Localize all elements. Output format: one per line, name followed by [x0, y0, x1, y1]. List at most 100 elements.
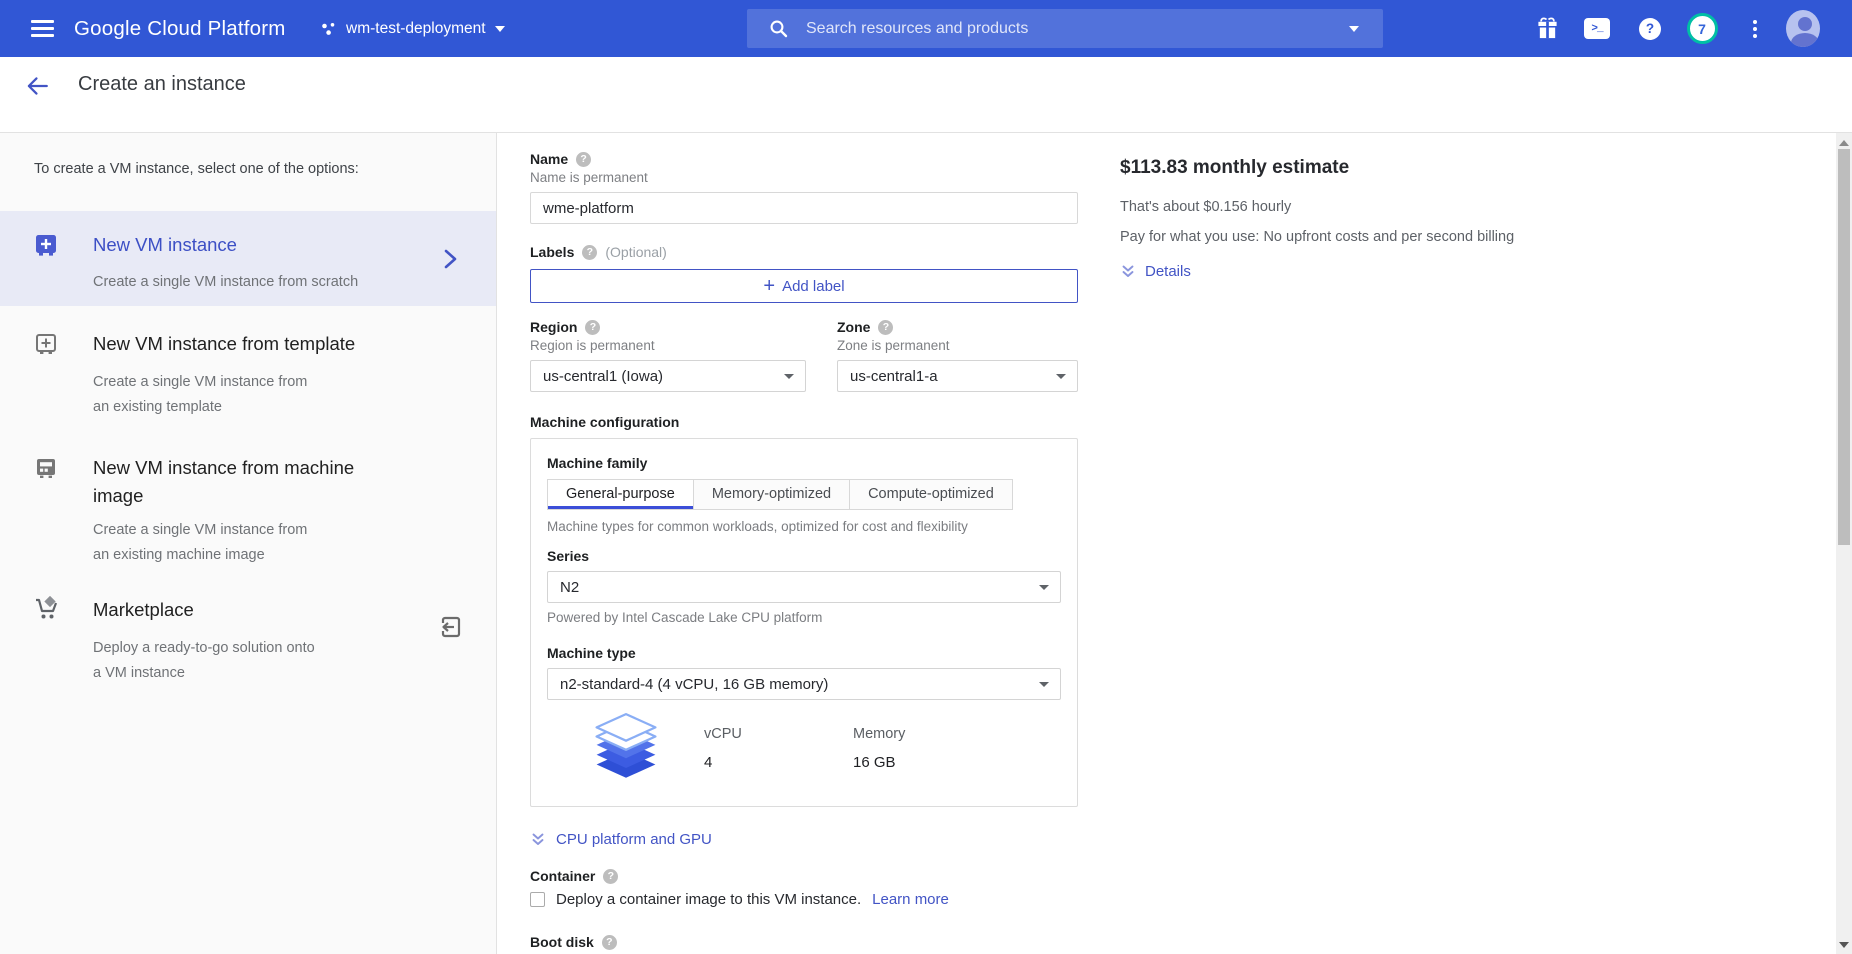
estimate-details-link[interactable]: Details: [1120, 263, 1191, 280]
option-title: New VM instance: [93, 231, 401, 259]
boot-disk-help-icon[interactable]: ?: [602, 935, 617, 950]
name-input[interactable]: [530, 192, 1078, 224]
machine-configuration-box: Machine family General-purpose Memory-op…: [530, 438, 1078, 807]
project-icon: [320, 21, 337, 37]
container-checkbox-row: Deploy a container image to this VM inst…: [530, 891, 1078, 908]
chevron-right-icon: [440, 247, 460, 276]
help-icon[interactable]: ?: [1633, 0, 1667, 57]
back-arrow-icon[interactable]: [24, 73, 52, 101]
vm-add-icon: [34, 233, 58, 262]
region-field: Region? Region is permanent us-central1 …: [530, 319, 806, 392]
search-input[interactable]: [806, 20, 1349, 38]
option-subtitle: Deploy a ready-to-go solution onto a VM …: [93, 636, 438, 686]
expand-more-icon: [530, 831, 546, 848]
scrollbar-thumb[interactable]: [1838, 149, 1850, 545]
machine-family-label: Machine family: [547, 455, 1061, 472]
boot-disk-label-row: Boot disk ?: [530, 934, 1078, 951]
sidebar-item-new-vm-instance[interactable]: New VM instance Create a single VM insta…: [0, 211, 496, 306]
add-label-button[interactable]: + Add label: [530, 269, 1078, 303]
instance-form: Name ? Name is permanent Labels ? (Optio…: [530, 133, 1078, 951]
name-help-icon[interactable]: ?: [576, 152, 591, 167]
menu-icon[interactable]: [31, 20, 54, 37]
page-title-bar: Create an instance: [0, 57, 1852, 133]
layers-icon: [583, 712, 669, 782]
notification-count: 7: [1687, 13, 1718, 44]
more-options-icon[interactable]: [1738, 0, 1772, 57]
gcp-logo[interactable]: Google Cloud Platform: [74, 0, 286, 57]
zone-help-icon[interactable]: ?: [878, 320, 893, 335]
learn-more-link[interactable]: Learn more: [872, 891, 949, 908]
chevron-down-icon: [1039, 682, 1049, 687]
vm-template-icon: [34, 332, 58, 361]
cloud-shell-icon[interactable]: >_: [1580, 0, 1614, 57]
option-subtitle: Create a single VM instance from an exis…: [93, 370, 438, 420]
scroll-down-arrow[interactable]: [1839, 942, 1849, 948]
search-icon: [769, 19, 788, 38]
billing-info-text: Pay for what you use: No upfront costs a…: [1120, 229, 1600, 245]
account-avatar[interactable]: [1786, 0, 1820, 57]
vertical-scrollbar[interactable]: [1836, 133, 1852, 954]
option-subtitle: Create a single VM instance from scratch: [93, 270, 438, 295]
top-app-bar: Google Cloud Platform wm-test-deployment…: [0, 0, 1852, 57]
machine-configuration-title: Machine configuration: [530, 414, 1078, 430]
machine-family-caption: Machine types for common workloads, opti…: [547, 519, 1061, 534]
deploy-container-checkbox[interactable]: [530, 892, 545, 907]
option-title: Marketplace: [93, 596, 401, 624]
labels-label-row: Labels ? (Optional): [530, 244, 1078, 261]
name-label-row: Name ?: [530, 151, 1078, 168]
container-help-icon[interactable]: ?: [603, 869, 618, 884]
sidebar-item-marketplace[interactable]: Marketplace Deploy a ready-to-go solutio…: [0, 568, 496, 686]
create-options-panel: To create a VM instance, select one of t…: [0, 133, 497, 954]
chevron-down-icon: [495, 26, 505, 32]
memory-summary: Memory 16 GB: [853, 712, 905, 771]
option-title: New VM instance from template: [93, 330, 401, 358]
option-title: New VM instance from machine image: [93, 454, 401, 510]
zone-select[interactable]: us-central1-a: [837, 360, 1078, 392]
series-label: Series: [547, 548, 1061, 565]
sidebar-item-new-vm-from-template[interactable]: New VM instance from template Create a s…: [0, 306, 496, 420]
chevron-down-icon: [1056, 374, 1066, 379]
vcpu-value: 4: [704, 754, 853, 771]
series-caption: Powered by Intel Cascade Lake CPU platfo…: [547, 610, 1061, 625]
notifications-badge[interactable]: 7: [1685, 0, 1719, 57]
monthly-estimate-title: $113.83 monthly estimate: [1120, 157, 1600, 179]
machine-image-icon: [34, 456, 58, 485]
project-name: wm-test-deployment: [346, 20, 486, 38]
name-hint: Name is permanent: [530, 170, 1078, 186]
zone-field: Zone? Zone is permanent us-central1-a: [837, 319, 1078, 392]
chevron-down-icon: [784, 374, 794, 379]
marketplace-cart-icon: [34, 596, 60, 627]
open-marketplace-icon[interactable]: [438, 614, 464, 645]
expand-more-icon: [1120, 263, 1136, 280]
cpu-platform-gpu-link[interactable]: CPU platform and GPU: [530, 831, 712, 848]
memory-value: 16 GB: [853, 754, 905, 771]
machine-type-label: Machine type: [547, 645, 1061, 662]
machine-summary: vCPU 4 Memory 16 GB: [547, 712, 1061, 782]
cost-estimate-panel: $113.83 monthly estimate That's about $0…: [1120, 133, 1600, 280]
machine-family-tabs: General-purpose Memory-optimized Compute…: [547, 479, 1061, 510]
scroll-up-arrow[interactable]: [1839, 140, 1849, 146]
tab-memory-optimized[interactable]: Memory-optimized: [693, 479, 850, 510]
vcpu-summary: vCPU 4: [704, 712, 853, 771]
region-help-icon[interactable]: ?: [585, 320, 600, 335]
tab-compute-optimized[interactable]: Compute-optimized: [849, 479, 1013, 510]
search-dropdown-icon[interactable]: [1349, 26, 1359, 32]
option-subtitle: Create a single VM instance from an exis…: [93, 518, 438, 568]
sidebar-item-new-vm-from-machine-image[interactable]: New VM instance from machine image Creat…: [0, 420, 496, 568]
machine-type-select[interactable]: n2-standard-4 (4 vCPU, 16 GB memory): [547, 668, 1061, 700]
labels-help-icon[interactable]: ?: [582, 245, 597, 260]
project-selector[interactable]: wm-test-deployment: [320, 0, 505, 57]
optional-text: (Optional): [605, 244, 666, 261]
page-title: Create an instance: [78, 73, 246, 96]
options-intro-text: To create a VM instance, select one of t…: [0, 133, 496, 177]
tab-general-purpose[interactable]: General-purpose: [547, 479, 694, 510]
chevron-down-icon: [1039, 585, 1049, 590]
region-select[interactable]: us-central1 (Iowa): [530, 360, 806, 392]
free-trial-gift-icon[interactable]: [1530, 0, 1564, 57]
hourly-estimate-text: That's about $0.156 hourly: [1120, 199, 1600, 215]
container-label-row: Container ?: [530, 868, 1078, 885]
series-select[interactable]: N2: [547, 571, 1061, 603]
search-bar[interactable]: [747, 9, 1383, 48]
plus-icon: +: [763, 276, 775, 296]
container-text: Deploy a container image to this VM inst…: [556, 891, 861, 908]
